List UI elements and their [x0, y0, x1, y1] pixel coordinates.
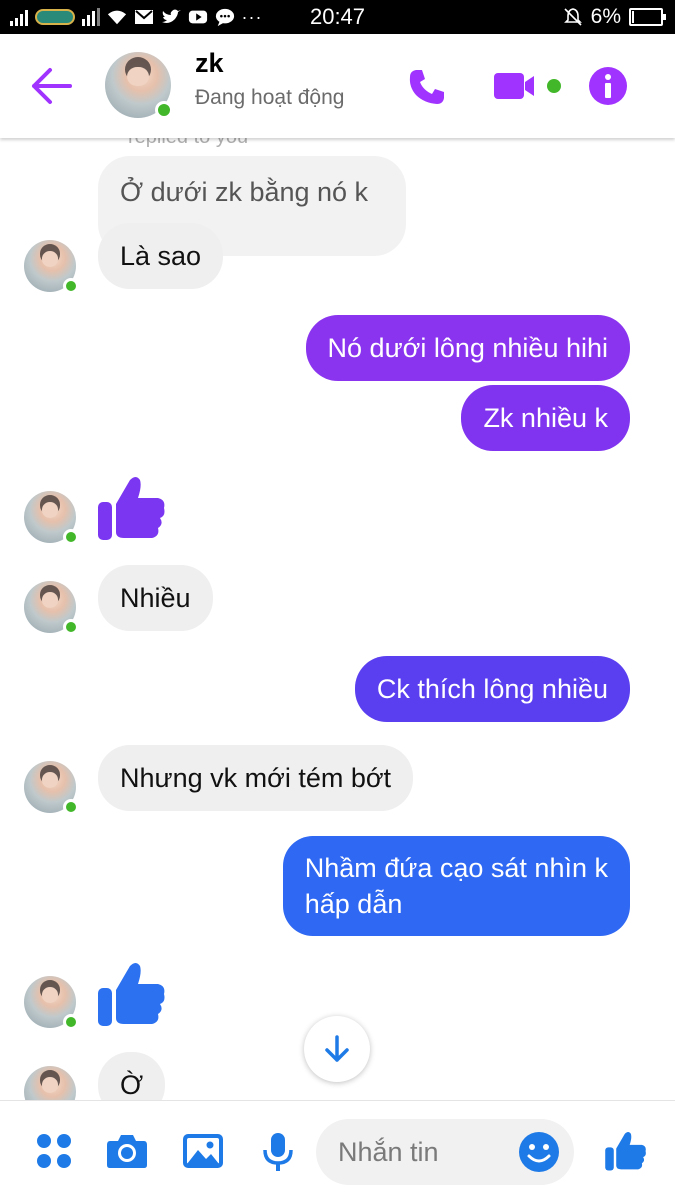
sender-avatar[interactable] — [24, 491, 79, 545]
image-icon — [183, 1134, 223, 1168]
scroll-to-bottom-button[interactable] — [304, 1016, 370, 1082]
message-bubble-sent[interactable]: Nhầm đứa cạo sát nhìn k hấp dẫn — [282, 836, 630, 936]
message-text-line: hấp dẫn — [304, 889, 403, 919]
battery-icon — [629, 8, 666, 26]
reply-note: replied to you — [128, 138, 248, 149]
message-text: Ck thích lông nhiều — [376, 674, 608, 704]
back-button[interactable] — [30, 66, 74, 106]
message-bubble-received[interactable]: Nhiều — [98, 565, 213, 631]
message-text: Nhưng vk mới tém bớt — [120, 763, 392, 793]
info-icon — [589, 67, 627, 105]
arrow-left-icon — [32, 68, 72, 104]
sender-avatar[interactable] — [24, 1066, 76, 1100]
camera-button[interactable] — [106, 1131, 148, 1171]
contact-name[interactable]: zk — [195, 48, 224, 79]
thumbs-up-icon — [605, 1132, 646, 1171]
message-bubble-sent[interactable]: Zk nhiều k — [461, 385, 630, 451]
voice-message-button[interactable] — [258, 1131, 298, 1171]
thumbs-up-icon — [98, 477, 165, 540]
message-text: Nhiều — [120, 583, 191, 613]
sender-avatar[interactable] — [24, 581, 79, 635]
like-sticker[interactable] — [96, 958, 168, 1030]
smiley-icon — [519, 1132, 559, 1172]
message-bubble-sent[interactable]: Nó dưới lông nhiều hihi — [305, 315, 630, 381]
message-bubble-received[interactable]: Nhưng vk mới tém bớt — [98, 745, 414, 811]
more-actions-button[interactable] — [34, 1131, 74, 1171]
camera-icon — [107, 1135, 147, 1168]
battery-percent: 6% — [590, 5, 621, 28]
sender-avatar[interactable] — [24, 761, 79, 815]
emoji-button[interactable] — [518, 1131, 560, 1173]
microphone-icon — [263, 1133, 293, 1171]
message-composer — [0, 1100, 675, 1200]
like-sticker[interactable] — [96, 472, 168, 544]
message-bubble-received[interactable]: Ờ — [98, 1052, 166, 1100]
active-status-dot — [155, 101, 173, 119]
message-bubble-received[interactable]: Là sao — [98, 223, 224, 289]
video-call-button[interactable] — [494, 70, 564, 102]
conversation-header: zk Đang hoạt động — [0, 34, 675, 138]
gallery-button[interactable] — [182, 1131, 224, 1171]
message-thread[interactable]: replied to you Ở dưới zk bằng nó k Là sa… — [0, 138, 675, 1100]
arrow-down-icon — [325, 1035, 349, 1062]
info-button[interactable] — [588, 66, 628, 106]
bell-muted-icon — [563, 8, 583, 26]
send-like-button[interactable] — [604, 1129, 648, 1173]
contact-avatar[interactable] — [105, 52, 173, 119]
voice-call-button[interactable] — [408, 68, 446, 106]
message-text: Ờ — [120, 1070, 144, 1100]
contact-active-status: Đang hoạt động — [195, 86, 345, 109]
four-dots-icon — [37, 1134, 71, 1168]
message-bubble-sent[interactable]: Ck thích lông nhiều — [354, 656, 630, 722]
sender-avatar[interactable] — [24, 976, 79, 1030]
message-text: Nó dưới lông nhiều hihi — [327, 333, 608, 363]
message-text: Là sao — [120, 241, 202, 271]
quoted-message-text: Ở dưới zk bằng nó k — [120, 177, 369, 207]
sender-avatar[interactable] — [24, 240, 79, 294]
status-icons-right: 6% — [563, 4, 666, 30]
message-text: Zk nhiều k — [483, 403, 608, 433]
message-text-line: Nhầm đứa cạo sát nhìn k — [304, 853, 608, 883]
phone-icon — [409, 70, 444, 104]
thumbs-up-icon — [98, 963, 165, 1026]
status-bar: ··· 20:47 6% — [0, 0, 675, 34]
video-camera-icon — [494, 73, 561, 99]
